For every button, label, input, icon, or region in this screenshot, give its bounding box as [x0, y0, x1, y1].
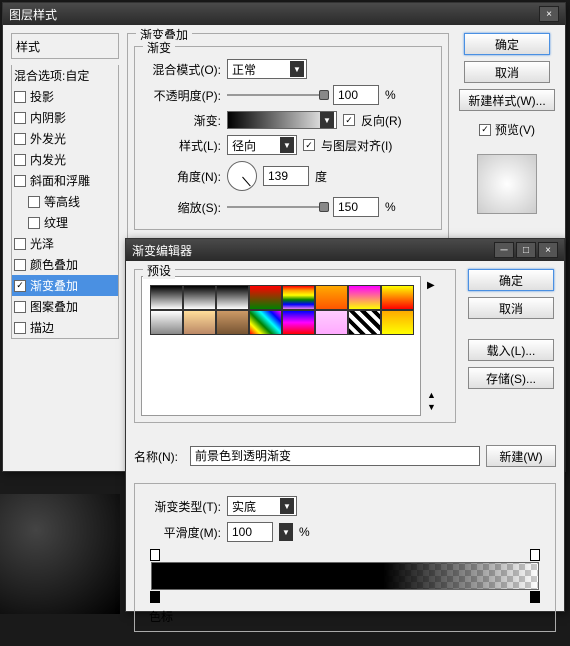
cancel-button[interactable]: 取消 — [464, 61, 550, 83]
opacity-label: 不透明度(P): — [141, 87, 221, 104]
style-item-pattern-overlay[interactable]: 图案叠加 — [12, 296, 118, 317]
preset-swatch[interactable] — [282, 310, 315, 335]
angle-label: 角度(N): — [141, 168, 221, 185]
new-gradient-button[interactable]: 新建(W) — [486, 445, 556, 467]
style-label: 样式(L): — [141, 137, 221, 154]
preset-swatch[interactable] — [150, 285, 183, 310]
color-stop[interactable] — [530, 591, 540, 603]
grad-type-select[interactable]: 实底▼ — [227, 496, 297, 516]
menu-arrow-icon[interactable]: ▶ — [427, 280, 436, 291]
name-label: 名称(N): — [134, 448, 184, 465]
preset-swatch[interactable] — [150, 310, 183, 335]
opacity-stop[interactable] — [150, 549, 160, 561]
preset-swatch[interactable] — [282, 285, 315, 310]
preset-swatch[interactable] — [216, 310, 249, 335]
close-icon[interactable]: × — [539, 6, 559, 22]
name-input[interactable]: 前景色到透明渐变 — [190, 446, 480, 466]
preset-swatch[interactable] — [183, 285, 216, 310]
maximize-icon[interactable]: □ — [516, 242, 536, 258]
close-icon[interactable]: × — [538, 242, 558, 258]
preset-swatch[interactable] — [249, 310, 282, 335]
section-subtitle: 渐变 — [143, 39, 175, 56]
blend-options[interactable]: 混合选项:自定 — [12, 65, 118, 86]
opacity-input[interactable]: 100 — [333, 85, 379, 105]
main-title: 图层样式 — [9, 6, 57, 23]
scroll-down-icon[interactable]: ▼ — [427, 402, 436, 412]
chevron-down-icon: ▼ — [320, 112, 334, 128]
opacity-stop[interactable] — [530, 549, 540, 561]
chevron-down-icon: ▼ — [290, 61, 304, 77]
main-titlebar: 图层样式 × — [3, 3, 565, 25]
preset-swatch[interactable] — [183, 310, 216, 335]
preset-swatch[interactable] — [315, 285, 348, 310]
style-item-satin[interactable]: 光泽 — [12, 233, 118, 254]
preset-swatch[interactable] — [381, 285, 414, 310]
chevron-down-icon: ▼ — [280, 498, 294, 514]
preset-swatch[interactable] — [381, 310, 414, 335]
color-stop[interactable] — [150, 591, 160, 603]
style-item-bevel[interactable]: 斜面和浮雕 — [12, 170, 118, 191]
scale-slider[interactable] — [227, 199, 327, 215]
scale-label: 缩放(S): — [141, 199, 221, 216]
gradient-editor-bar[interactable] — [151, 562, 539, 590]
presets-label: 预设 — [143, 262, 175, 279]
stops-label: 色标 — [141, 608, 549, 625]
gradient-label: 渐变: — [141, 112, 221, 129]
editor-title: 渐变编辑器 — [132, 242, 192, 259]
style-item-color-overlay[interactable]: 颜色叠加 — [12, 254, 118, 275]
style-item-contour[interactable]: 等高线 — [12, 191, 118, 212]
editor-cancel-button[interactable]: 取消 — [468, 297, 554, 319]
minimize-icon[interactable]: ─ — [494, 242, 514, 258]
load-button[interactable]: 载入(L)... — [468, 339, 554, 361]
smooth-label: 平滑度(M): — [141, 524, 221, 541]
preset-swatch[interactable] — [348, 310, 381, 335]
preset-swatch[interactable] — [249, 285, 282, 310]
angle-input[interactable]: 139 — [263, 166, 309, 186]
angle-dial[interactable] — [227, 161, 257, 191]
style-item-inner-glow[interactable]: 内发光 — [12, 149, 118, 170]
preview-box — [477, 154, 537, 214]
preset-swatch[interactable] — [348, 285, 381, 310]
style-item-inner-shadow[interactable]: 内阴影 — [12, 107, 118, 128]
preset-swatch[interactable] — [315, 310, 348, 335]
scroll-up-icon[interactable]: ▲ — [427, 390, 436, 400]
gradient-picker[interactable]: ▼ — [227, 111, 337, 129]
preset-swatch[interactable] — [216, 285, 249, 310]
style-item-shadow[interactable]: 投影 — [12, 86, 118, 107]
presets-box[interactable] — [141, 276, 421, 416]
scale-input[interactable]: 150 — [333, 197, 379, 217]
style-item-stroke[interactable]: 描边 — [12, 317, 118, 338]
blend-mode-select[interactable]: 正常▼ — [227, 59, 307, 79]
styles-header: 样式 — [16, 40, 40, 54]
reverse-checkbox[interactable] — [343, 114, 355, 126]
save-button[interactable]: 存储(S)... — [468, 367, 554, 389]
chevron-down-icon: ▼ — [280, 137, 294, 153]
editor-titlebar: 渐变编辑器 ─ □ × — [126, 239, 564, 261]
style-select[interactable]: 径向▼ — [227, 135, 297, 155]
opacity-slider[interactable] — [227, 87, 327, 103]
new-style-button[interactable]: 新建样式(W)... — [459, 89, 554, 111]
chevron-down-icon[interactable]: ▼ — [279, 523, 293, 541]
ok-button[interactable]: 确定 — [464, 33, 550, 55]
preview-checkbox[interactable] — [479, 124, 491, 136]
blend-mode-label: 混合模式(O): — [141, 61, 221, 78]
smooth-input[interactable]: 100 — [227, 522, 273, 542]
style-item-gradient-overlay[interactable]: 渐变叠加 — [12, 275, 118, 296]
align-checkbox[interactable] — [303, 139, 315, 151]
grad-type-label: 渐变类型(T): — [141, 498, 221, 515]
style-item-texture[interactable]: 纹理 — [12, 212, 118, 233]
style-item-outer-glow[interactable]: 外发光 — [12, 128, 118, 149]
editor-ok-button[interactable]: 确定 — [468, 269, 554, 291]
